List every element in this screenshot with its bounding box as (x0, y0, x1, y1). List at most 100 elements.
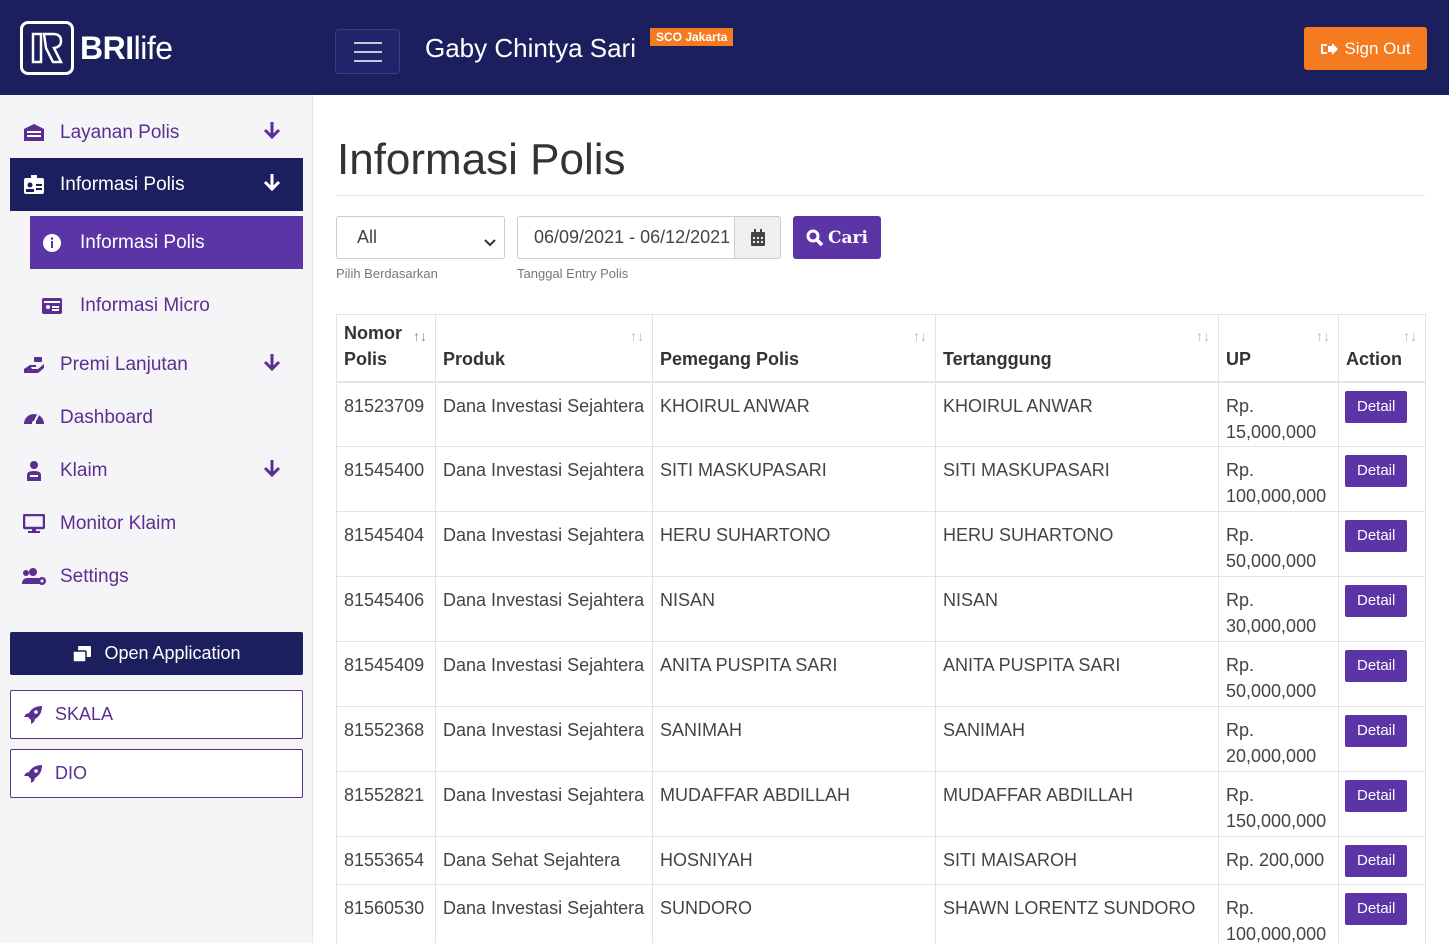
cell-action: Detail (1338, 884, 1426, 943)
date-range-input[interactable]: 06/09/2021 - 06/12/2021 (517, 216, 735, 259)
detail-button[interactable]: Detail (1345, 455, 1408, 487)
sidebar-item-premi-lanjutan[interactable]: Premi Lanjutan (10, 338, 303, 391)
sidebar-item-monitor-klaim[interactable]: Monitor Klaim (10, 497, 303, 550)
cell-action: Detail (1338, 641, 1426, 707)
column-header-action[interactable]: Action ↑↓ (1338, 314, 1426, 383)
brand-logo[interactable]: BRIlife (20, 21, 173, 75)
cell-pemegang-polis: NISAN (652, 576, 936, 642)
info-circle-icon (40, 233, 64, 253)
title-divider (337, 195, 1425, 196)
detail-button[interactable]: Detail (1345, 715, 1408, 747)
branch-badge: SCO Jakarta (650, 28, 734, 46)
sign-out-button[interactable]: Sign Out (1304, 27, 1427, 70)
up-value: 50,000,000 (1226, 681, 1317, 701)
detail-button[interactable]: Detail (1345, 390, 1408, 423)
sidebar-item-layanan-polis[interactable]: Layanan Polis (10, 106, 303, 159)
arrow-down-icon (263, 352, 281, 378)
cell-nomor-polis: 81553654 (336, 836, 436, 885)
cell-pemegang-polis: SITI MASKUPASARI (652, 446, 936, 512)
menu-toggle-button[interactable] (335, 29, 400, 74)
detail-button[interactable]: Detail (1345, 780, 1408, 812)
detail-button[interactable]: Detail (1345, 650, 1408, 682)
filter-select[interactable]: All (336, 216, 505, 259)
filter-select-help: Pilih Berdasarkan (336, 266, 438, 281)
column-header-tertanggung[interactable]: Tertanggung ↑↓ (935, 314, 1219, 383)
search-button-label: Cari (828, 227, 868, 248)
cell-up: Rp. 100,000,000 (1218, 446, 1339, 512)
up-prefix: Rp. (1226, 655, 1255, 675)
brand-bold: BRI (80, 29, 134, 66)
sidebar-item-informasi-polis[interactable]: Informasi Polis (10, 158, 303, 211)
rocket-icon (23, 705, 43, 725)
table-row: 81560530 Dana Investasi Sejahtera SUNDORO S… (336, 884, 1426, 943)
detail-button[interactable]: Detail (1345, 845, 1408, 877)
cell-up: Rp. 50,000,000 (1218, 511, 1339, 577)
cell-action: Detail (1338, 381, 1426, 447)
column-header-produk[interactable]: Produk ↑↓ (435, 314, 653, 383)
column-header-label: Pemegang Polis (660, 348, 800, 369)
arrow-down-icon (263, 458, 281, 484)
table-row: 81552821 Dana Investasi Sejahtera MUDAFFAR… (336, 771, 1426, 837)
cell-pemegang-polis: ANITA PUSPITA SARI (652, 641, 936, 707)
user-injured-icon (20, 460, 48, 482)
date-range-help: Tanggal Entry Polis (517, 266, 629, 281)
cell-nomor-polis: 81545409 (336, 641, 436, 707)
cell-action: Detail (1338, 771, 1426, 837)
sidebar: Layanan Polis Informasi Polis Informasi … (0, 95, 313, 943)
chevron-down-icon (484, 231, 496, 252)
cell-produk: Dana Investasi Sejahtera (435, 771, 653, 837)
detail-button[interactable]: Detail (1345, 520, 1408, 552)
sidebar-item-settings[interactable]: Settings (10, 550, 303, 603)
cell-pemegang-polis: MUDAFFAR ABDILLAH (652, 771, 936, 837)
calendar-button[interactable] (734, 216, 781, 259)
sidebar-item-label: Dashboard (60, 406, 153, 428)
sort-icon: ↑↓ (1316, 328, 1330, 344)
sidebar-subitem-informasi-micro[interactable]: Informasi Micro (30, 279, 303, 332)
up-value: 50,000,000 (1226, 551, 1317, 571)
sidebar-item-label: Layanan Polis (60, 121, 180, 143)
cell-nomor-polis: 81545406 (336, 576, 436, 642)
cell-nomor-polis: 81552821 (336, 771, 436, 837)
id-badge-icon (20, 174, 48, 196)
dio-button[interactable]: DIO (10, 749, 303, 798)
sidebar-subitem-informasi-polis[interactable]: Informasi Polis (30, 216, 303, 269)
column-header-label: Action (1346, 348, 1402, 369)
open-application-button[interactable]: Open Application (10, 632, 303, 675)
column-header-label: Tertanggung (943, 348, 1052, 369)
sidebar-item-dashboard[interactable]: Dashboard (10, 391, 303, 444)
sidebar-item-klaim[interactable]: Klaim (10, 444, 303, 497)
main-content: Informasi Polis All Pilih Berdasarkan 06… (314, 95, 1449, 943)
cell-tertanggung: ANITA PUSPITA SARI (935, 641, 1219, 707)
detail-button[interactable]: Detail (1345, 893, 1408, 925)
cell-produk: Dana Sehat Sejahtera (435, 836, 653, 885)
cell-pemegang-polis: KHOIRUL ANWAR (652, 381, 936, 447)
rocket-icon (23, 764, 43, 784)
cell-pemegang-polis: HOSNIYAH (652, 836, 936, 885)
cell-produk: Dana Investasi Sejahtera (435, 706, 653, 772)
cell-pemegang-polis: SUNDORO (652, 884, 936, 943)
cell-up: Rp. 15,000,000 (1218, 381, 1339, 447)
cell-tertanggung: SITI MAISAROH (935, 836, 1219, 885)
up-prefix: Rp. (1226, 525, 1255, 545)
column-header-pemegang-polis[interactable]: Pemegang Polis ↑↓ (652, 314, 936, 383)
calendar-icon (750, 228, 765, 246)
cell-produk: Dana Investasi Sejahtera (435, 576, 653, 642)
table-row: 81553654 Dana Sehat Sejahtera HOSNIYAH SITI… (336, 836, 1426, 885)
column-header-up[interactable]: UP ↑↓ (1218, 314, 1339, 383)
up-value: 20,000,000 (1226, 746, 1317, 766)
column-header-label: Nomor Polis (344, 322, 402, 369)
search-button[interactable]: Cari (793, 216, 881, 259)
up-prefix: Rp. (1226, 785, 1255, 805)
bri-logo-mark-icon (20, 21, 74, 75)
sidebar-subitem-label: Informasi Micro (80, 294, 210, 316)
cell-tertanggung: SHAWN LORENTZ SUNDORO (935, 884, 1219, 943)
top-header: BRIlife Gaby Chintya Sari SCO Jakarta Si… (0, 0, 1449, 95)
skala-button[interactable]: SKALA (10, 690, 303, 739)
table-row: 81545406 Dana Investasi Sejahtera NISAN NIS… (336, 576, 1426, 642)
column-header-nomor-polis[interactable]: Nomor Polis ↑↓ (336, 314, 436, 383)
detail-button[interactable]: Detail (1345, 585, 1408, 617)
id-card-icon (40, 297, 64, 315)
table-row: 81545409 Dana Investasi Sejahtera ANITA PU… (336, 641, 1426, 707)
cell-action: Detail (1338, 511, 1426, 577)
table-row: 81545404 Dana Investasi Sejahtera HERU SUH… (336, 511, 1426, 577)
